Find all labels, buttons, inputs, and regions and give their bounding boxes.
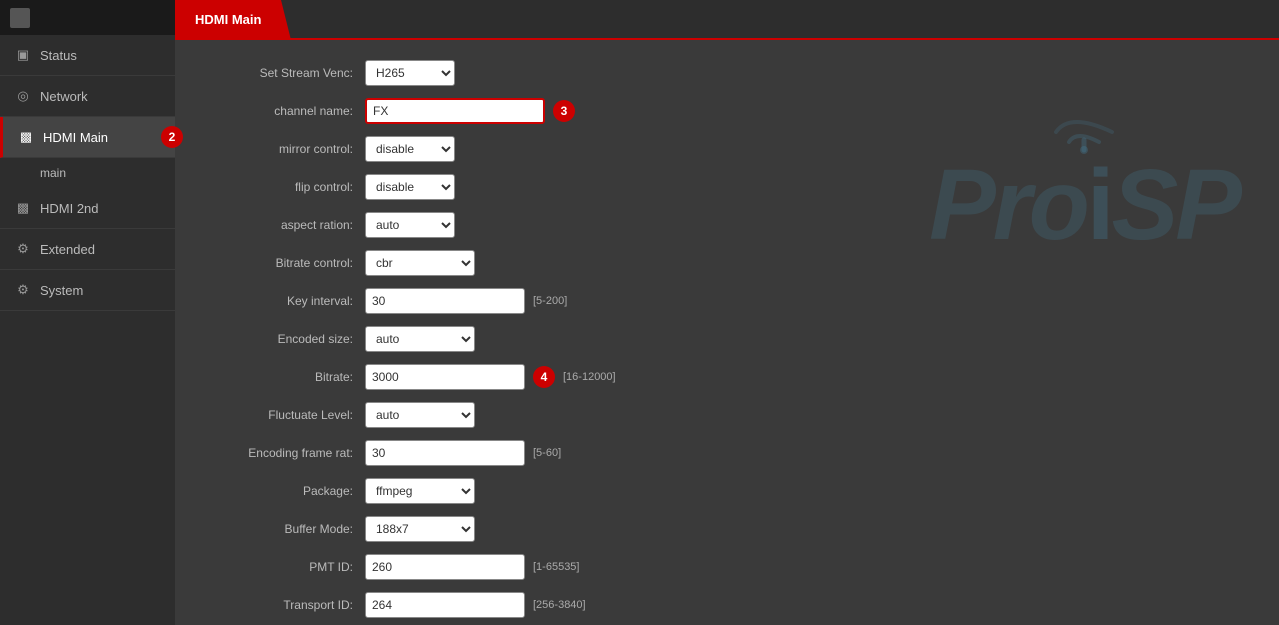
sidebar-item-label: Network — [40, 89, 88, 104]
mirror-control-row: mirror control: disable enable — [205, 136, 1249, 162]
bitrate-input[interactable] — [365, 364, 525, 390]
sidebar-item-label: HDMI 2nd — [40, 201, 99, 216]
display-icon: ▩ — [17, 129, 35, 145]
key-interval-row: Key interval: [5-200] — [205, 288, 1249, 314]
sidebar-item-extended[interactable]: ⚙ Extended — [0, 229, 175, 270]
transport-id-input[interactable] — [365, 592, 525, 618]
transport-id-row: Transport ID: [256-3840] — [205, 592, 1249, 618]
bitrate-control-label: Bitrate control: — [205, 256, 365, 270]
mirror-control-select[interactable]: disable enable — [365, 136, 455, 162]
tab-label: HDMI Main — [195, 12, 261, 27]
set-stream-venc-row: Set Stream Venc: H265 H264 — [205, 60, 1249, 86]
gear-icon: ⚙ — [14, 282, 32, 298]
pmt-id-input[interactable] — [365, 554, 525, 580]
gear-icon: ⚙ — [14, 241, 32, 257]
channel-name-input[interactable] — [365, 98, 545, 124]
sidebar-item-label: HDMI Main — [43, 130, 108, 145]
pmt-id-range: [1-65535] — [533, 561, 579, 573]
set-stream-venc-label: Set Stream Venc: — [205, 66, 365, 80]
flip-control-row: flip control: disable enable — [205, 174, 1249, 200]
package-select[interactable]: ffmpeg other — [365, 478, 475, 504]
encoding-frame-rat-input[interactable] — [365, 440, 525, 466]
encoding-frame-rat-row: Encoding frame rat: [5-60] — [205, 440, 1249, 466]
bitrate-badge: 4 — [533, 366, 555, 388]
encoded-size-label: Encoded size: — [205, 332, 365, 346]
bitrate-control-select[interactable]: cbr vbr — [365, 250, 475, 276]
flip-control-select[interactable]: disable enable — [365, 174, 455, 200]
encoded-size-select[interactable]: auto 1920x1080 1280x720 — [365, 326, 475, 352]
package-row: Package: ffmpeg other — [205, 478, 1249, 504]
fluctuate-level-row: Fluctuate Level: auto low medium high — [205, 402, 1249, 428]
key-interval-label: Key interval: — [205, 294, 365, 308]
channel-name-badge: 3 — [553, 100, 575, 122]
sidebar-item-label: Status — [40, 48, 77, 63]
logo-icon — [10, 8, 30, 28]
sidebar-item-status[interactable]: ▣ Status — [0, 35, 175, 76]
main-content: HDMI Main ProiSP Set Stream Venc: H265 — [175, 0, 1279, 625]
bitrate-row: Bitrate: 4 [16-12000] — [205, 364, 1249, 390]
encoded-size-row: Encoded size: auto 1920x1080 1280x720 — [205, 326, 1249, 352]
bitrate-control-row: Bitrate control: cbr vbr — [205, 250, 1249, 276]
transport-id-label: Transport ID: — [205, 598, 365, 612]
hdmi-main-badge: 2 — [161, 126, 183, 148]
pmt-id-row: PMT ID: [1-65535] — [205, 554, 1249, 580]
bitrate-label: Bitrate: — [205, 370, 365, 384]
transport-id-range: [256-3840] — [533, 599, 586, 611]
globe-icon: ◎ — [14, 88, 32, 104]
encoding-frame-rat-label: Encoding frame rat: — [205, 446, 365, 460]
sidebar-item-hdmi-2nd[interactable]: ▩ HDMI 2nd — [0, 188, 175, 229]
sidebar-item-hdmi-main[interactable]: ▩ HDMI Main 2 — [0, 117, 175, 158]
sidebar-item-label: System — [40, 283, 83, 298]
tab-hdmi-main[interactable]: HDMI Main — [175, 0, 281, 38]
sidebar-item-network[interactable]: ◎ Network — [0, 76, 175, 117]
fluctuate-level-select[interactable]: auto low medium high — [365, 402, 475, 428]
buffer-mode-select[interactable]: 188x7 188x14 — [365, 516, 475, 542]
channel-name-row: channel name: 3 — [205, 98, 1249, 124]
watermark-text: ProiSP — [929, 155, 1239, 255]
key-interval-input[interactable] — [365, 288, 525, 314]
set-stream-venc-select[interactable]: H265 H264 — [365, 60, 455, 86]
aspect-ration-select[interactable]: auto 4:3 16:9 — [365, 212, 455, 238]
pmt-id-label: PMT ID: — [205, 560, 365, 574]
package-label: Package: — [205, 484, 365, 498]
sidebar-item-system[interactable]: ⚙ System — [0, 270, 175, 311]
aspect-ration-label: aspect ration: — [205, 218, 365, 232]
bitrate-range: [16-12000] — [563, 371, 616, 383]
encoding-frame-rat-range: [5-60] — [533, 447, 561, 459]
key-interval-range: [5-200] — [533, 295, 567, 307]
monitor-icon: ▣ — [14, 47, 32, 63]
sub-item-label: main — [40, 166, 66, 180]
buffer-mode-label: Buffer Mode: — [205, 522, 365, 536]
tab-header: HDMI Main — [175, 0, 1279, 40]
flip-control-label: flip control: — [205, 180, 365, 194]
form-area: ProiSP Set Stream Venc: H265 H264 channe… — [175, 40, 1279, 625]
sidebar-logo — [0, 0, 175, 35]
display-icon: ▩ — [14, 200, 32, 216]
aspect-ration-row: aspect ration: auto 4:3 16:9 — [205, 212, 1249, 238]
fluctuate-level-label: Fluctuate Level: — [205, 408, 365, 422]
mirror-control-label: mirror control: — [205, 142, 365, 156]
sidebar: ▣ Status ◎ Network ▩ HDMI Main 2 main ▩ … — [0, 0, 175, 625]
sidebar-item-label: Extended — [40, 242, 95, 257]
sidebar-sub-main[interactable]: main — [0, 158, 175, 188]
channel-name-label: channel name: — [205, 104, 365, 118]
buffer-mode-row: Buffer Mode: 188x7 188x14 — [205, 516, 1249, 542]
